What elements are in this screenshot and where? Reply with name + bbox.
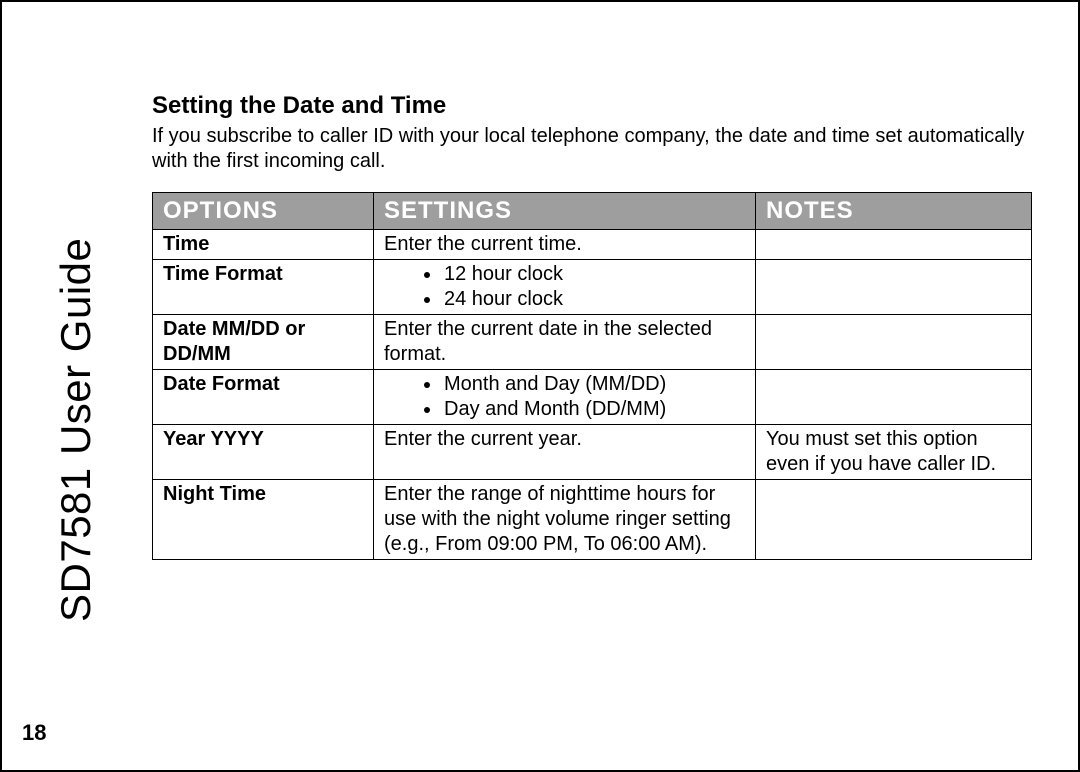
content-area: Setting the Date and Time If you subscri…: [152, 92, 1032, 560]
header-notes: NOTES: [756, 193, 1032, 230]
settings-table: OPTIONS SETTINGS NOTES Time Enter the cu…: [152, 192, 1032, 560]
header-settings: SETTINGS: [374, 193, 756, 230]
cell-option: Time: [153, 230, 374, 260]
list-item: 24 hour clock: [442, 287, 745, 312]
list-item: 12 hour clock: [442, 262, 745, 287]
table-row: Year YYYY Enter the current year. You mu…: [153, 425, 1032, 480]
cell-settings: Enter the current year.: [374, 425, 756, 480]
cell-notes: [756, 260, 1032, 315]
section-title: Setting the Date and Time: [152, 92, 1032, 120]
cell-notes: You must set this option even if you hav…: [756, 425, 1032, 480]
cell-option: Night Time: [153, 480, 374, 560]
cell-settings: Enter the current date in the selected f…: [374, 315, 756, 370]
table-row: Night Time Enter the range of nighttime …: [153, 480, 1032, 560]
cell-option: Date MM/DD or DD/MM: [153, 315, 374, 370]
cell-settings: 12 hour clock 24 hour clock: [374, 260, 756, 315]
page-frame: SD7581 User Guide Setting the Date and T…: [0, 0, 1080, 772]
cell-notes: [756, 315, 1032, 370]
settings-list: Month and Day (MM/DD) Day and Month (DD/…: [384, 372, 745, 422]
cell-settings: Enter the current time.: [374, 230, 756, 260]
cell-notes: [756, 230, 1032, 260]
side-title: SD7581 User Guide: [52, 238, 100, 622]
table-header: OPTIONS SETTINGS NOTES: [153, 193, 1032, 230]
table-row: Date Format Month and Day (MM/DD) Day an…: [153, 370, 1032, 425]
cell-notes: [756, 480, 1032, 560]
cell-option: Date Format: [153, 370, 374, 425]
cell-settings: Month and Day (MM/DD) Day and Month (DD/…: [374, 370, 756, 425]
table-row: Date MM/DD or DD/MM Enter the current da…: [153, 315, 1032, 370]
cell-option: Time Format: [153, 260, 374, 315]
cell-option: Year YYYY: [153, 425, 374, 480]
settings-list: 12 hour clock 24 hour clock: [384, 262, 745, 312]
section-description: If you subscribe to caller ID with your …: [152, 124, 1032, 174]
page-number: 18: [22, 720, 46, 746]
list-item: Day and Month (DD/MM): [442, 397, 745, 422]
cell-settings: Enter the range of nighttime hours for u…: [374, 480, 756, 560]
list-item: Month and Day (MM/DD): [442, 372, 745, 397]
table-row: Time Enter the current time.: [153, 230, 1032, 260]
table-row: Time Format 12 hour clock 24 hour clock: [153, 260, 1032, 315]
header-options: OPTIONS: [153, 193, 374, 230]
cell-notes: [756, 370, 1032, 425]
